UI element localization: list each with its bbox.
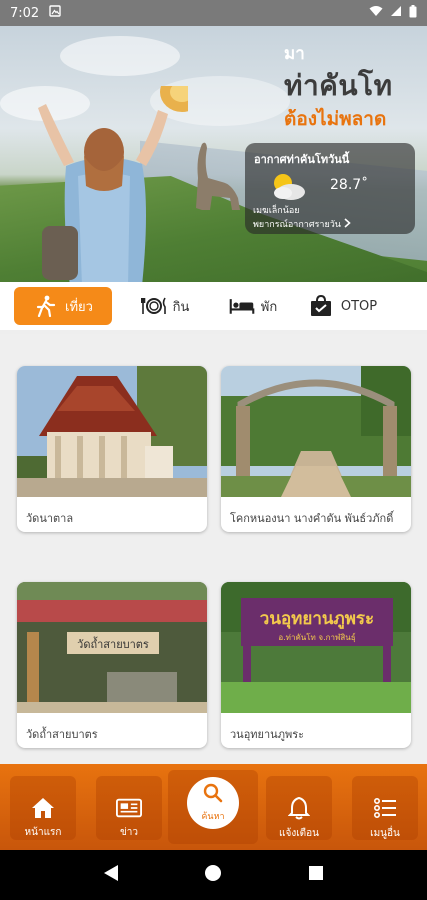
news-icon	[116, 796, 142, 819]
nav-more-menu-label: เมนูอื่น	[370, 828, 400, 839]
nav-search[interactable]: ค้นหา	[168, 770, 258, 844]
weather-forecast-label: พยากรณ์อากาศรายวัน	[253, 220, 341, 230]
place-name: โคกหนองนา นางคำดัน พันธ์วภักดิ์	[230, 512, 394, 525]
weather-description: เมฆเล็กน้อย	[253, 206, 300, 216]
tab-otop-label: OTOP	[340, 298, 378, 314]
nav-notifications-label: แจ้งเตือน	[279, 828, 319, 839]
tab-eat[interactable]: กิน	[128, 287, 202, 325]
park-sign-text: วนอุทยานภูพระ	[260, 609, 374, 630]
search-icon	[203, 783, 223, 807]
partly-cloudy-icon	[274, 174, 305, 200]
weather-title: อากาศท่าคันโทวันนี้	[254, 153, 350, 166]
place-card[interactable]: วัดถ้ำสายบาตร วัดถ้ำสายบาตร	[17, 582, 207, 748]
signal-icon	[390, 5, 402, 21]
nav-search-label: ค้นหา	[201, 812, 225, 822]
tab-stay[interactable]: พัก	[216, 287, 290, 325]
recents-icon[interactable]	[308, 865, 324, 885]
place-photo: วนอุทยานภูพระ อ.ท่าคันโท จ.กาฬสินธุ์	[221, 582, 411, 713]
place-card[interactable]: โคกหนองนา นางคำดัน พันธ์วภักดิ์	[221, 366, 411, 532]
nav-news-label: ข่าว	[119, 827, 139, 838]
tab-eat-label: กิน	[172, 299, 190, 315]
weather-card[interactable]: อากาศท่าคันโทวันนี้ 28.7˚ เมฆเล็กน้อย พย…	[245, 143, 415, 234]
chevron-right-icon	[344, 217, 351, 231]
place-photo	[221, 366, 411, 497]
weather-forecast-link[interactable]: พยากรณ์อากาศรายวัน	[253, 217, 351, 231]
place-card[interactable]: วนอุทยานภูพระ อ.ท่าคันโท จ.กาฬสินธุ์ วนอ…	[221, 582, 411, 748]
hero-banner: มา ท่าคันโท ต้องไม่พลาด อากาศท่าคันโทวัน…	[0, 26, 427, 282]
battery-icon	[409, 4, 417, 22]
hiking-icon	[33, 295, 59, 317]
back-icon[interactable]	[103, 864, 119, 886]
hero-subtitle: ต้องไม่พลาด	[284, 108, 387, 130]
park-sign-subtext: อ.ท่าคันโท จ.กาฬสินธุ์	[278, 632, 355, 642]
bottom-navigation: หน้าแรก ข่าว ค้นหา แจ้งเตือน เมนูอื่น	[0, 764, 427, 850]
tab-stay-label: พัก	[260, 299, 278, 315]
home-icon	[30, 796, 56, 819]
menu-list-icon	[372, 796, 398, 820]
nav-more-menu[interactable]: เมนูอื่น	[352, 776, 418, 840]
place-name: วนอุทยานภูพระ	[230, 728, 305, 741]
weather-temperature: 28.7˚	[330, 177, 369, 193]
tab-travel-label: เที่ยว	[65, 299, 93, 315]
wifi-icon	[369, 5, 383, 21]
place-photo	[17, 366, 207, 497]
category-tabs: เที่ยว กิน พัก OTOP	[0, 282, 427, 330]
nav-home[interactable]: หน้าแรก	[10, 776, 76, 840]
hero-title: ท่าคันโท	[284, 69, 393, 102]
android-navigation-bar	[0, 850, 427, 900]
hero-title-small: มา	[284, 44, 305, 64]
place-name: วัดนาตาล	[26, 512, 74, 525]
place-photo: วัดถ้ำสายบาตร	[17, 582, 207, 713]
nav-news[interactable]: ข่าว	[96, 776, 162, 840]
nav-home-label: หน้าแรก	[24, 827, 62, 838]
nav-notifications[interactable]: แจ้งเตือน	[266, 776, 332, 840]
home-circle-icon[interactable]	[204, 864, 222, 886]
temple-sign-text: วัดถ้ำสายบาตร	[77, 636, 149, 651]
dining-icon	[140, 295, 167, 317]
notification-icon	[49, 5, 61, 21]
shopping-bag-icon	[309, 295, 335, 317]
dinosaur-statue-image	[196, 142, 240, 210]
traveler-photo	[38, 86, 188, 282]
places-grid: วัดนาตาล โคกหนองนา นางคำดัน พันธ์วภักดิ์…	[0, 334, 427, 764]
status-time: 7:02	[10, 5, 40, 21]
tab-travel[interactable]: เที่ยว	[14, 287, 112, 325]
bell-icon	[286, 796, 312, 820]
status-bar: 7:02	[0, 0, 427, 26]
bed-icon	[229, 295, 255, 317]
tab-otop[interactable]: OTOP	[304, 287, 382, 325]
place-name: วัดถ้ำสายบาตร	[26, 728, 98, 741]
place-card[interactable]: วัดนาตาล	[17, 366, 207, 532]
